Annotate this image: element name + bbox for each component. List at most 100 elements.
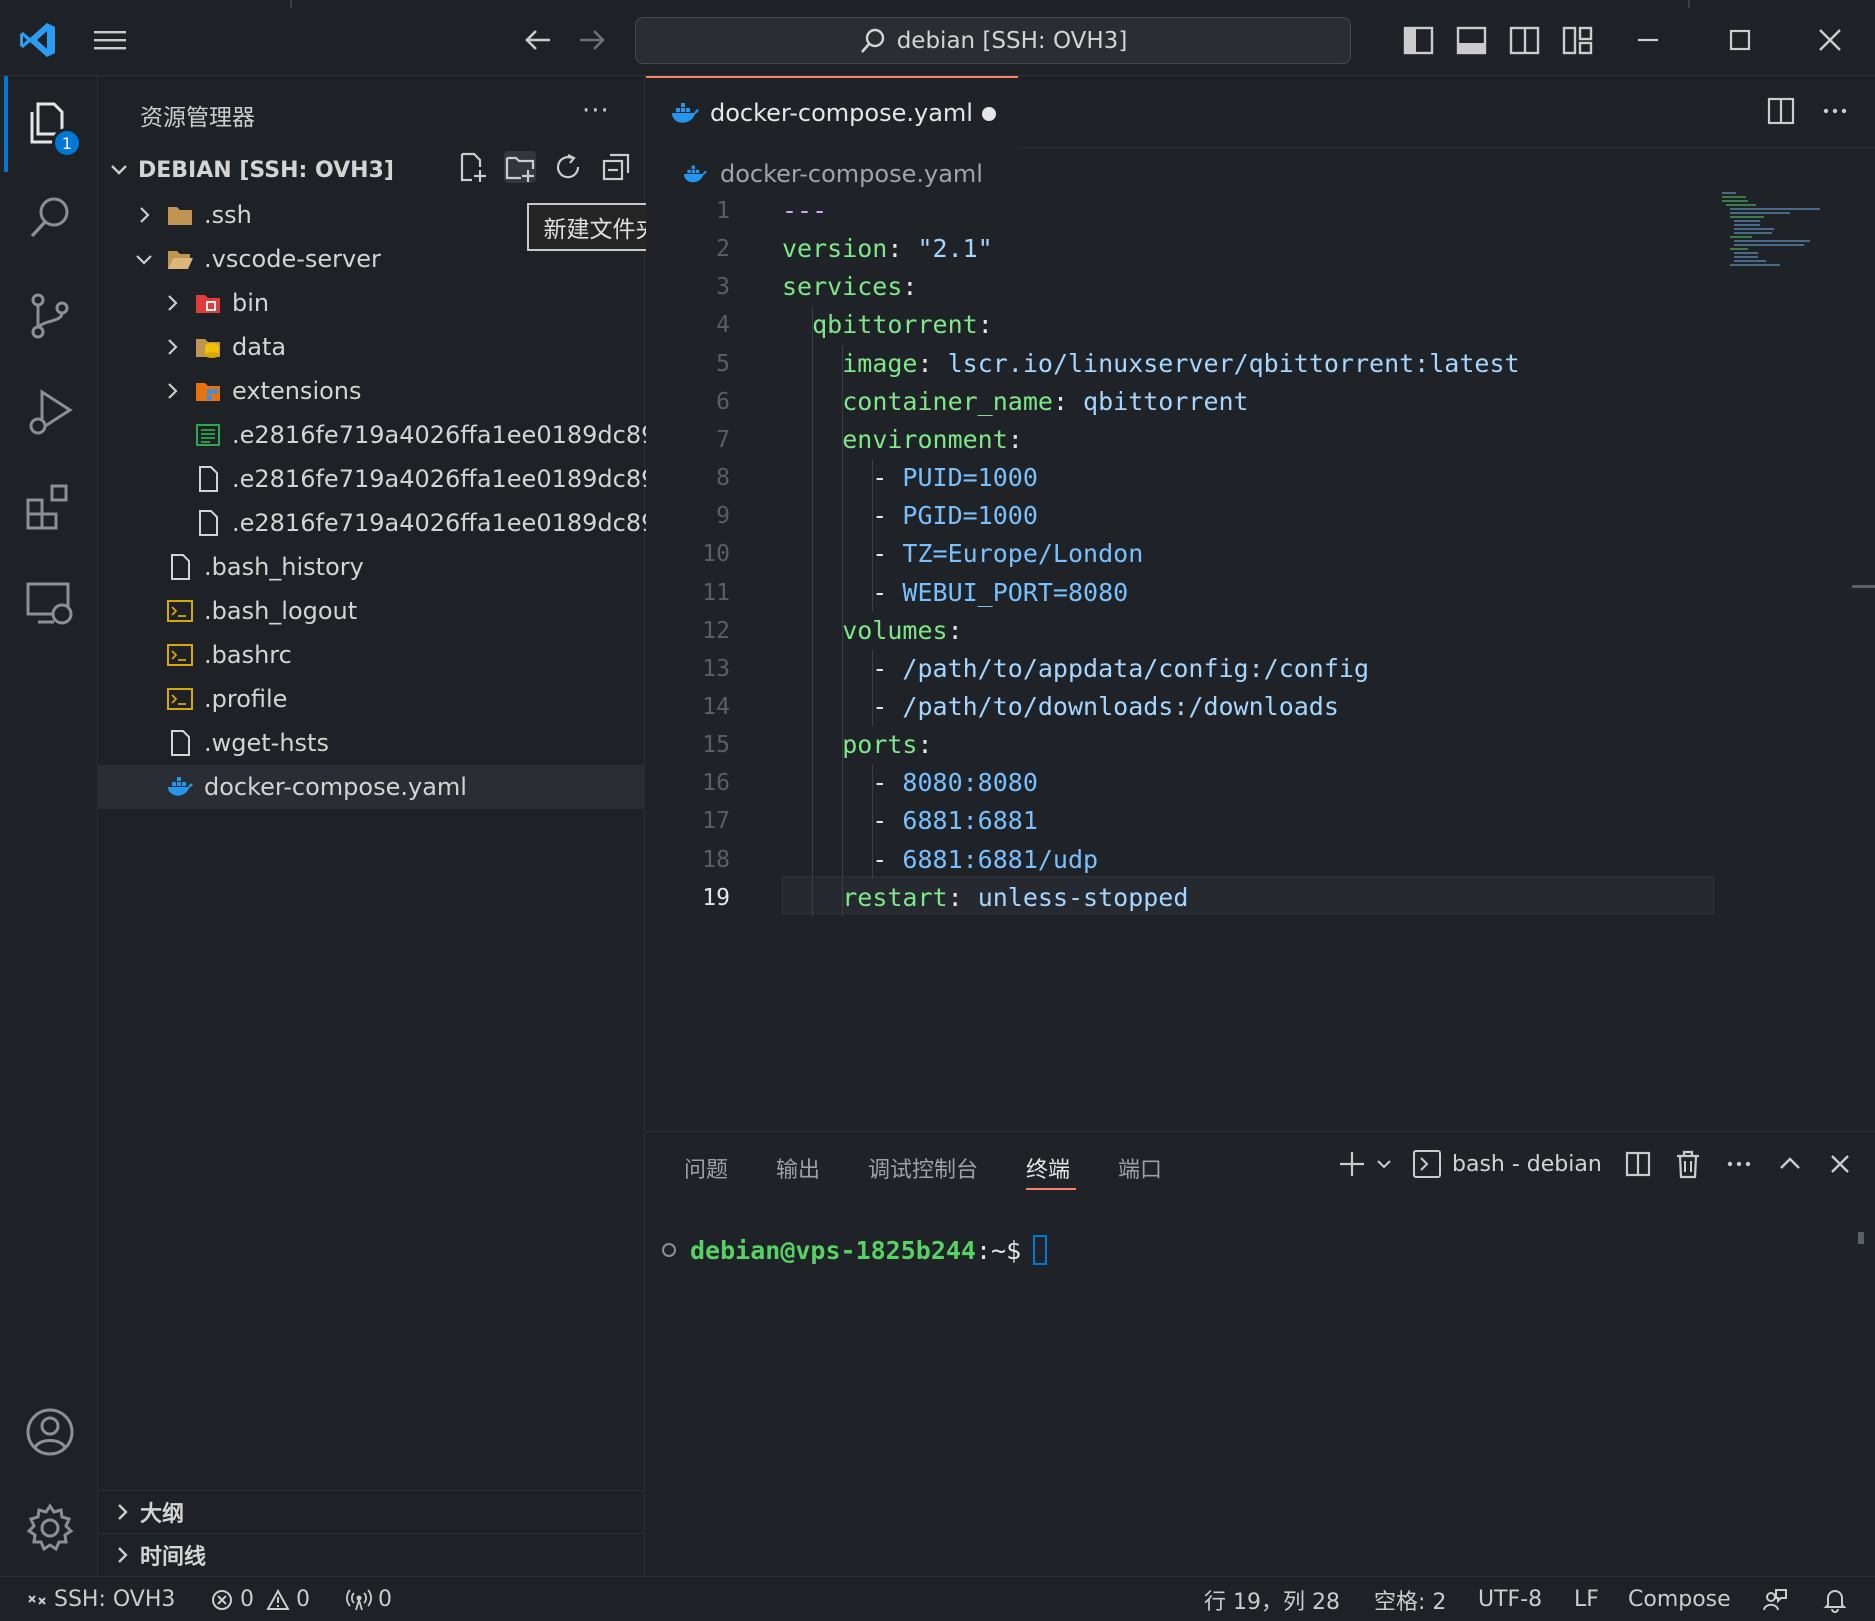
editor-more-icon[interactable] [1820,96,1850,126]
editor-scroll-marker[interactable] [1852,585,1875,588]
chevron-down-icon[interactable] [134,249,154,269]
tree-item[interactable]: .bash_logout [98,589,645,633]
chevron-right-icon[interactable] [162,293,182,313]
tree-item[interactable]: bin [98,281,645,325]
forward-arrow-icon[interactable] [576,26,608,54]
maximize-panel-icon[interactable] [1776,1150,1804,1178]
feedback-indicator[interactable] [1762,1577,1788,1621]
minimize-icon[interactable] [1630,22,1666,58]
tree-item[interactable]: .ssh [98,193,645,237]
settings-gear-icon[interactable] [24,1502,76,1554]
code-token: restart [842,882,948,912]
panel-tab[interactable]: 端口 [1118,1152,1162,1184]
encoding[interactable]: UTF-8 [1478,1577,1542,1621]
chevron-right-icon[interactable] [134,205,154,225]
minimap[interactable] [1720,190,1820,270]
split-terminal-icon[interactable] [1624,1150,1652,1178]
toggle-primary-sidebar-icon[interactable] [1402,24,1435,57]
toggle-secondary-sidebar-icon[interactable] [1508,24,1541,57]
workspace-root-label: DEBIAN [SSH: OVH3] [138,157,394,183]
problems-indicator[interactable]: 0 0 [210,1577,310,1621]
tree-item[interactable]: .bashrc [98,633,645,677]
end-of-line[interactable]: LF [1574,1577,1599,1621]
panel-tab[interactable]: 输出 [776,1152,820,1184]
line-number: 15 [702,732,730,759]
code-line: ports: [782,726,932,764]
accounts-icon[interactable] [24,1406,76,1458]
timeline-section[interactable]: 时间线 [98,1533,645,1577]
tree-item[interactable]: .wget-hsts [98,721,645,765]
terminal-prompt[interactable]: debian@vps-1825b244 :~$ [660,1232,1048,1268]
line-number: 13 [702,655,730,682]
workspace-root[interactable]: DEBIAN [SSH: OVH3] [108,152,394,188]
chevron-right-icon[interactable] [162,337,182,357]
new-terminal-icon[interactable] [1336,1148,1368,1180]
search-icon[interactable] [24,192,76,244]
new-folder-icon[interactable] [504,151,536,183]
maximize-icon[interactable] [1722,22,1758,58]
code-line: - PGID=1000 [782,497,1038,535]
tree-item[interactable]: .profile [98,677,645,721]
indent-guide [872,459,873,612]
refresh-icon[interactable] [552,151,584,183]
tree-item[interactable]: .e2816fe719a4026ffa1ee0189dc89... [98,501,679,545]
docker-icon [672,103,699,123]
folder-bin-icon [196,295,220,313]
panel-more-icon[interactable] [1724,1149,1754,1179]
line-number: 8 [716,465,730,492]
tree-item-label: .e2816fe719a4026ffa1ee0189dc89... [232,509,680,537]
command-center-search[interactable]: debian [SSH: OVH3] [635,17,1351,64]
tree-item[interactable]: data [98,325,645,369]
code-token: ports [842,730,918,760]
source-control-icon[interactable] [24,290,76,342]
outline-section[interactable]: 大纲 [98,1490,645,1534]
notifications-indicator[interactable] [1822,1577,1848,1621]
close-window-icon[interactable] [1812,22,1848,58]
line-number: 3 [716,274,730,301]
panel-tab[interactable]: 问题 [684,1152,728,1184]
tree-item-label: .ssh [204,201,252,229]
tree-item[interactable]: docker-compose.yaml [98,765,645,809]
forwarded-ports-indicator[interactable]: 0 [346,1577,392,1621]
terminal-scroll-marker[interactable] [1858,1232,1864,1244]
run-debug-icon[interactable] [24,386,76,438]
collapse-all-icon[interactable] [600,151,632,183]
panel-tab[interactable]: 调试控制台 [868,1152,978,1184]
terminal-icon [1413,1150,1441,1178]
code-line: container_name: qbittorrent [782,383,1248,421]
tree-item-label: .e2816fe719a4026ffa1ee0189dc89... [232,421,680,449]
language-mode[interactable]: Compose [1628,1577,1731,1621]
new-file-icon[interactable] [456,151,488,183]
code-token: services [782,272,903,302]
customize-layout-icon[interactable] [1561,24,1594,57]
cursor-position[interactable]: 行 19，列 28 [1204,1577,1340,1621]
chevron-down-icon[interactable] [1374,1154,1394,1174]
trash-icon[interactable] [1674,1149,1702,1179]
tree-item[interactable]: .e2816fe719a4026ffa1ee0189dc89... [98,413,679,457]
panel-tab[interactable]: 终端 [1026,1152,1070,1184]
code-token: "2.1" [917,234,993,264]
line-number: 17 [702,808,730,835]
toggle-panel-icon[interactable] [1455,24,1488,57]
unsaved-dot-icon[interactable] [982,107,996,121]
back-arrow-icon[interactable] [522,26,554,54]
editor-tab-docker-compose[interactable]: docker-compose.yaml [646,76,1018,148]
terminal-name[interactable]: bash - debian [1452,1152,1602,1177]
menu-icon[interactable] [92,28,128,52]
tree-item[interactable]: .vscode-server [98,237,645,281]
extensions-icon[interactable] [24,482,76,534]
tree-item[interactable]: extensions [98,369,645,413]
tree-item[interactable]: .bash_history [98,545,645,589]
remote-explorer-icon[interactable] [24,578,76,630]
close-panel-icon[interactable] [1826,1150,1854,1178]
indentation[interactable]: 空格: 2 [1374,1577,1446,1621]
remote-indicator[interactable]: SSH: OVH3 [26,1577,175,1621]
breadcrumb[interactable]: docker-compose.yaml [682,156,983,192]
split-editor-icon[interactable] [1766,96,1796,126]
indent-guide [842,344,843,917]
explorer-more-actions[interactable]: ··· [582,96,610,126]
code-token: lscr.io/linuxserver/qbittorrent:latest [947,348,1520,378]
chevron-right-icon[interactable] [162,381,182,401]
command-center-label: debian [SSH: OVH3] [896,27,1128,54]
tree-item[interactable]: .e2816fe719a4026ffa1ee0189dc89... [98,457,679,501]
